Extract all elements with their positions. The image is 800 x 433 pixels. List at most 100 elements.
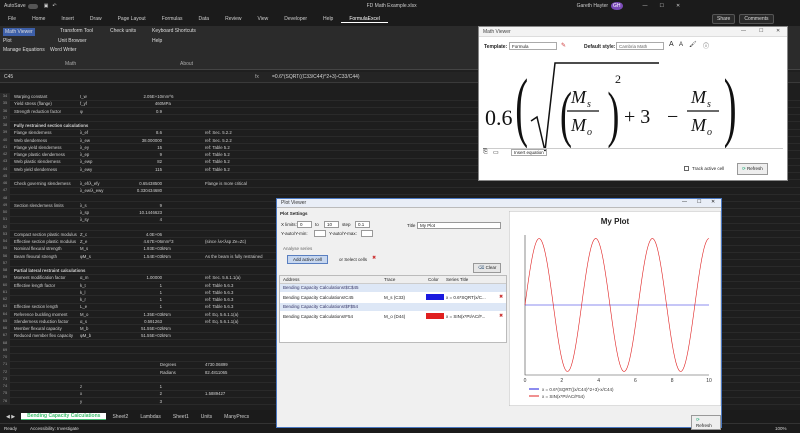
cell-b[interactable]: I_w	[80, 94, 87, 99]
row-number[interactable]: 34	[0, 93, 10, 100]
row-number[interactable]: 62	[0, 296, 10, 303]
row-number[interactable]: 37	[0, 114, 10, 122]
row-number[interactable]: 68	[0, 339, 10, 347]
cell-b[interactable]: λ_ewy	[80, 167, 92, 172]
series-address[interactable]: Bending Capacity Calculations!F54	[283, 314, 353, 319]
x-min-input[interactable]: 0	[297, 221, 312, 228]
series-group[interactable]: Bending Capacity Calculations!$C$45	[280, 284, 506, 292]
series-trace[interactable]: M_s (C33)	[384, 295, 405, 300]
row-number[interactable]: 73	[0, 375, 10, 383]
copy-icon[interactable]: ⎘	[483, 149, 488, 156]
series-color-swatch[interactable]	[426, 313, 444, 319]
cell-b[interactable]: λ_ey	[80, 145, 89, 150]
series-color-swatch[interactable]	[426, 294, 444, 300]
cell-f[interactable]: ref: Table 5.2	[205, 159, 230, 164]
cell-b[interactable]: f_yf	[80, 101, 87, 106]
ribbon-tab[interactable]: Home	[24, 16, 53, 22]
row-number[interactable]: 65	[0, 317, 10, 325]
close-icon[interactable]: ✕	[776, 28, 780, 34]
cell-a[interactable]: Effective section plastic modulus	[14, 239, 76, 244]
font-increase-icon[interactable]: A	[669, 41, 674, 48]
cell-f[interactable]: (since λs<λsp Ze=Zc)	[205, 239, 246, 244]
cell-d[interactable]: MPa	[162, 101, 171, 106]
cell-d[interactable]: mm^6	[162, 94, 174, 99]
row-number[interactable]: 35	[0, 100, 10, 108]
cell-c[interactable]: 1	[128, 384, 162, 389]
row-number[interactable]: 67	[0, 332, 10, 340]
math-viewer-button[interactable]: Math Viewer	[3, 28, 35, 36]
row-number[interactable]: 74	[0, 383, 10, 390]
row-number[interactable]: 57	[0, 259, 10, 267]
sheet-tab[interactable]: Units	[195, 414, 218, 420]
ribbon-tab[interactable]: Data	[191, 16, 218, 22]
cell-f[interactable]: 4730.06899	[205, 362, 228, 367]
help-button[interactable]: Help	[152, 38, 162, 44]
cell-a[interactable]: Flange yield slenderness	[14, 145, 62, 150]
cell-c[interactable]: 3	[128, 399, 162, 404]
cell-a[interactable]: Effective section length	[14, 304, 58, 309]
ribbon-tab[interactable]: Help	[315, 16, 341, 22]
cell-a[interactable]: Slenderness reduction factor	[14, 319, 69, 324]
row-number[interactable]: 58	[0, 267, 10, 274]
cell-a[interactable]: Strength reduction factor	[14, 109, 61, 114]
row-number[interactable]: 54	[0, 238, 10, 245]
cell-f[interactable]: ref: Eq. 5.6.1.1(a)	[205, 312, 238, 317]
cell-c[interactable]: 1.35E+03	[128, 312, 162, 317]
cell-c[interactable]: 0.65438500	[128, 181, 162, 186]
cell-a[interactable]: Web yield slenderness	[14, 167, 57, 172]
row-number[interactable]: 40	[0, 136, 10, 144]
cell-a[interactable]: Warping constant	[14, 94, 47, 99]
cell-f[interactable]: ref: Table 5.2	[205, 145, 230, 150]
avatar[interactable]: GH	[611, 2, 623, 10]
formula-input[interactable]: =0.6*(SQRT((C33/C44)^2+3)-C33/C44)	[272, 74, 360, 80]
cell-a[interactable]: Compact section plastic modulus	[14, 232, 77, 237]
ribbon-tab[interactable]: Developer	[276, 16, 315, 22]
row-number[interactable]: 38	[0, 122, 10, 129]
cell-d[interactable]: kNm	[162, 326, 171, 331]
cell-f[interactable]: ref: Table 5.2	[205, 167, 230, 172]
cell-d[interactable]: mm^3	[162, 239, 174, 244]
ribbon-tab[interactable]: File	[0, 16, 24, 22]
clear-button[interactable]: ⌫ Clear	[473, 263, 502, 273]
undo-icon[interactable]: ↶	[52, 3, 56, 9]
cell-b[interactable]: φM_s	[80, 254, 91, 259]
close-icon[interactable]: ✕	[676, 3, 680, 9]
cell-b[interactable]: y	[80, 399, 82, 404]
minimize-icon[interactable]: —	[682, 199, 687, 205]
cell-f[interactable]: ref: Table 5.6.3	[205, 290, 233, 295]
cell-f[interactable]: As the beam is fully restrained	[205, 254, 263, 259]
series-title[interactable]: x = SIN(x*PI/AC/F...	[446, 314, 485, 319]
share-button[interactable]: Share	[712, 14, 736, 24]
cell-c[interactable]: 9	[128, 152, 162, 157]
plot-refresh-button[interactable]: ⟳ Refresh	[691, 415, 721, 430]
cell-c[interactable]: 1	[128, 304, 162, 309]
cell-b[interactable]: α_m	[80, 275, 88, 280]
remove-icon[interactable]: ✖	[372, 255, 376, 261]
save-icon[interactable]: ▣	[44, 3, 49, 9]
cell-a[interactable]: Nominal flexural strength	[14, 246, 62, 251]
cell-c[interactable]: 1.93E+03	[128, 246, 162, 251]
cell-c[interactable]: 115	[128, 167, 162, 172]
name-box[interactable]: C45	[4, 74, 13, 80]
cell-c[interactable]: 1.00000	[128, 275, 162, 280]
cell-c[interactable]: 8.6	[128, 130, 162, 135]
row-number[interactable]: 45	[0, 172, 10, 180]
row-number[interactable]: 44	[0, 165, 10, 173]
row-number[interactable]: 49	[0, 201, 10, 209]
delete-series-icon[interactable]: ✖	[499, 294, 503, 300]
series-row[interactable]: Bending Capacity Calculations!C45 M_s (C3…	[280, 292, 506, 303]
maximize-icon[interactable]: ☐	[759, 28, 763, 34]
y-max-input[interactable]	[361, 230, 373, 237]
cell-a[interactable]: Reduced member flex capacity	[14, 333, 73, 338]
cell-f[interactable]: ref: Sec. 5.6.1.1(a)	[205, 275, 241, 280]
cell-f[interactable]: ref: Table 5.6.3	[205, 297, 233, 302]
check-units-button[interactable]: Check units	[110, 28, 136, 34]
cell-b[interactable]: λ_ewp	[80, 159, 92, 164]
cell-b[interactable]: L_e	[80, 304, 87, 309]
row-number[interactable]: 59	[0, 274, 10, 282]
cell-b[interactable]: M_o	[80, 312, 88, 317]
cell-d[interactable]: kNm	[162, 333, 171, 338]
cell-a[interactable]: Yield stress (flange)	[14, 101, 52, 106]
sheet-tab[interactable]: Sheet1	[167, 414, 195, 420]
row-number[interactable]: 46	[0, 180, 10, 187]
